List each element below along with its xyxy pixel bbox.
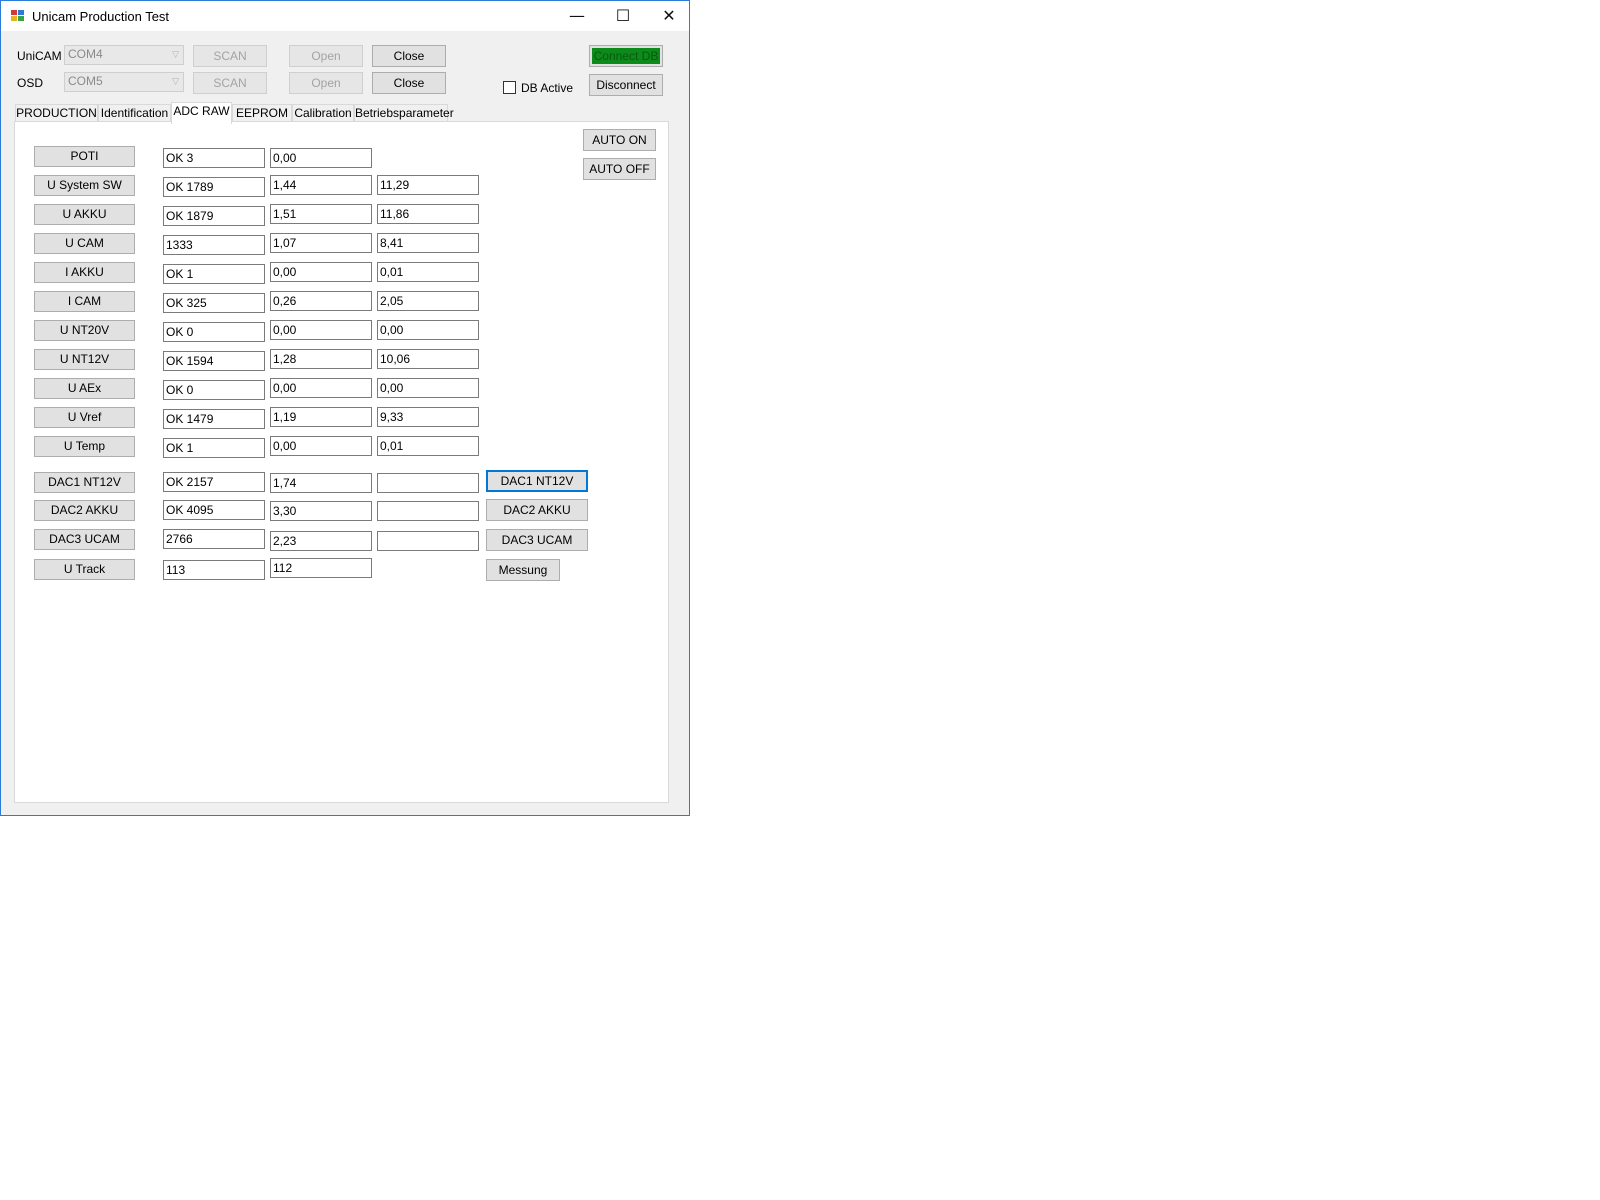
minimize-icon[interactable]: — — [554, 1, 600, 31]
dac2-akku-button[interactable]: DAC2 AKKU — [34, 500, 135, 521]
unicam-port-value: COM4 — [68, 47, 103, 61]
close-icon[interactable]: ✕ — [646, 1, 692, 31]
u-nt20v-raw-field[interactable]: OK 0 — [163, 322, 265, 342]
dac3-ucam-set-button[interactable]: DAC3 UCAM — [486, 529, 588, 551]
u-aex-button[interactable]: U AEx — [34, 378, 135, 399]
dac3-ucam-voltage-field[interactable]: 2,23 — [270, 531, 372, 551]
poti-button[interactable]: POTI — [34, 146, 135, 167]
u-cam-scaled-field[interactable]: 8,41 — [377, 233, 479, 253]
u-cam-voltage-field[interactable]: 1,07 — [270, 233, 372, 253]
db-active-checkbox[interactable] — [503, 81, 516, 94]
unicam-open-button[interactable]: Open — [289, 45, 363, 67]
poti-voltage-field[interactable]: 0,00 — [270, 148, 372, 168]
osd-open-button[interactable]: Open — [289, 72, 363, 94]
i-cam-raw-field[interactable]: OK 325 — [163, 293, 265, 313]
messung-button[interactable]: Messung — [486, 559, 560, 581]
i-cam-scaled-field[interactable]: 2,05 — [377, 291, 479, 311]
tab-adc-raw[interactable]: ADC RAW — [171, 102, 232, 124]
dac1-nt12v-voltage-field[interactable]: 1,74 — [270, 473, 372, 493]
i-akku-scaled-field[interactable]: 0,01 — [377, 262, 479, 282]
i-cam-voltage-field[interactable]: 0,26 — [270, 291, 372, 311]
connect-db-button[interactable]: Connect DB — [589, 45, 663, 67]
connect-db-label: Connect DB — [592, 48, 660, 64]
dac2-akku-raw-field[interactable]: OK 4095 — [163, 500, 265, 520]
i-akku-voltage-field[interactable]: 0,00 — [270, 262, 372, 282]
maximize-icon[interactable]: ☐ — [600, 1, 646, 31]
title-bar: Unicam Production Test — ☐ ✕ — [1, 1, 689, 31]
osd-port-select[interactable]: COM5 ▽ — [64, 72, 184, 92]
u-aex-scaled-field[interactable]: 0,00 — [377, 378, 479, 398]
osd-port-value: COM5 — [68, 74, 103, 88]
u-temp-scaled-field[interactable]: 0,01 — [377, 436, 479, 456]
u-akku-voltage-field[interactable]: 1,51 — [270, 204, 372, 224]
dac1-nt12v-input[interactable] — [377, 473, 479, 493]
u-cam-raw-field[interactable]: 1333 — [163, 235, 265, 255]
u-system-sw-voltage-field[interactable]: 1,44 — [270, 175, 372, 195]
u-system-sw-raw-field[interactable]: OK 1789 — [163, 177, 265, 197]
unicam-scan-button[interactable]: SCAN — [193, 45, 267, 67]
u-nt12v-raw-field[interactable]: OK 1594 — [163, 351, 265, 371]
app-window: Unicam Production Test — ☐ ✕ UniCAM COM4… — [0, 0, 690, 816]
u-akku-raw-field[interactable]: OK 1879 — [163, 206, 265, 226]
auto-on-button[interactable]: AUTO ON — [583, 129, 656, 151]
db-active-label: DB Active — [521, 81, 574, 95]
i-akku-button[interactable]: I AKKU — [34, 262, 135, 283]
poti-raw-field[interactable]: OK 3 — [163, 148, 265, 168]
u-aex-voltage-field[interactable]: 0,00 — [270, 378, 372, 398]
window-title: Unicam Production Test — [32, 9, 170, 24]
u-nt20v-voltage-field[interactable]: 0,00 — [270, 320, 372, 340]
disconnect-button[interactable]: Disconnect — [589, 74, 663, 96]
osd-scan-button[interactable]: SCAN — [193, 72, 267, 94]
u-temp-raw-field[interactable]: OK 1 — [163, 438, 265, 458]
chevron-down-icon: ▽ — [172, 76, 179, 86]
u-temp-button[interactable]: U Temp — [34, 436, 135, 457]
i-akku-raw-field[interactable]: OK 1 — [163, 264, 265, 284]
osd-close-button[interactable]: Close — [372, 72, 446, 94]
u-nt20v-scaled-field[interactable]: 0,00 — [377, 320, 479, 340]
dac1-nt12v-button[interactable]: DAC1 NT12V — [34, 472, 135, 493]
u-aex-raw-field[interactable]: OK 0 — [163, 380, 265, 400]
dac1-nt12v-raw-field[interactable]: OK 2157 — [163, 472, 265, 492]
dac1-nt12v-set-button[interactable]: DAC1 NT12V — [486, 470, 588, 492]
u-vref-raw-field[interactable]: OK 1479 — [163, 409, 265, 429]
unicam-close-button[interactable]: Close — [372, 45, 446, 67]
i-cam-button[interactable]: I CAM — [34, 291, 135, 312]
unicam-port-select[interactable]: COM4 ▽ — [64, 45, 184, 65]
u-track-measured-field[interactable]: 112 — [270, 558, 372, 578]
dac2-akku-input[interactable] — [377, 501, 479, 521]
u-nt12v-scaled-field[interactable]: 10,06 — [377, 349, 479, 369]
osd-label: OSD — [17, 76, 44, 90]
u-nt12v-voltage-field[interactable]: 1,28 — [270, 349, 372, 369]
u-vref-voltage-field[interactable]: 1,19 — [270, 407, 372, 427]
u-nt12v-button[interactable]: U NT12V — [34, 349, 135, 370]
app-icon — [11, 10, 25, 22]
unicam-label: UniCAM — [17, 49, 62, 63]
chevron-down-icon: ▽ — [172, 49, 179, 59]
u-vref-scaled-field[interactable]: 9,33 — [377, 407, 479, 427]
u-system-sw-scaled-field[interactable]: 11,29 — [377, 175, 479, 195]
u-track-button[interactable]: U Track — [34, 559, 135, 580]
dac2-akku-voltage-field[interactable]: 3,30 — [270, 501, 372, 521]
dac2-akku-set-button[interactable]: DAC2 AKKU — [486, 499, 588, 521]
u-akku-button[interactable]: U AKKU — [34, 204, 135, 225]
dac3-ucam-button[interactable]: DAC3 UCAM — [34, 529, 135, 550]
auto-off-button[interactable]: AUTO OFF — [583, 158, 656, 180]
u-nt20v-button[interactable]: U NT20V — [34, 320, 135, 341]
u-akku-scaled-field[interactable]: 11,86 — [377, 204, 479, 224]
u-track-raw-field[interactable]: 113 — [163, 560, 265, 580]
dac3-ucam-raw-field[interactable]: 2766 — [163, 529, 265, 549]
dac3-ucam-input[interactable] — [377, 531, 479, 551]
u-temp-voltage-field[interactable]: 0,00 — [270, 436, 372, 456]
u-system-sw-button[interactable]: U System SW — [34, 175, 135, 196]
u-cam-button[interactable]: U CAM — [34, 233, 135, 254]
u-vref-button[interactable]: U Vref — [34, 407, 135, 428]
